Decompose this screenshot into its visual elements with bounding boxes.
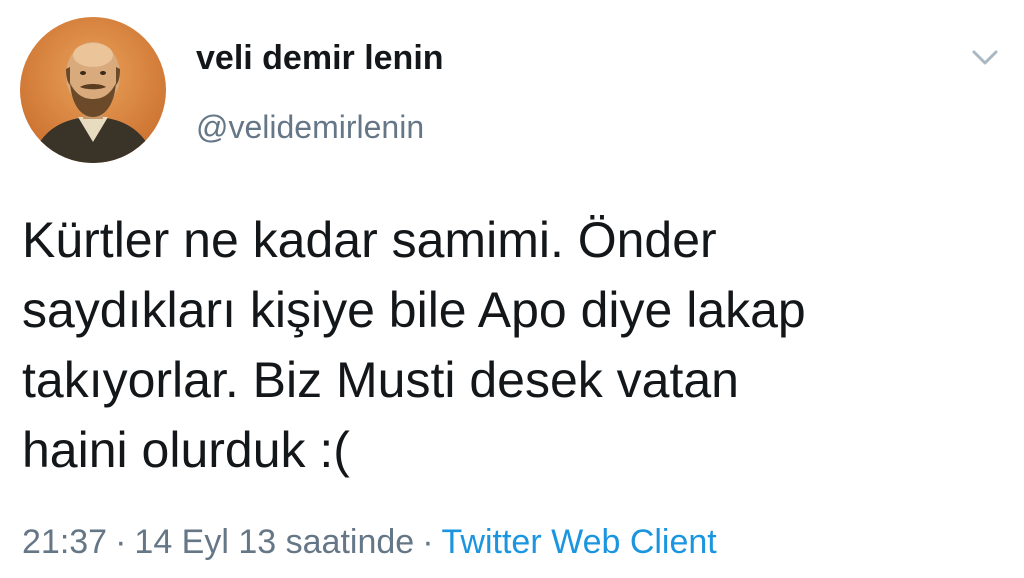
chevron-down-icon: [972, 50, 998, 65]
tweet-time[interactable]: 21:37: [22, 523, 107, 561]
tweet-text-line: Kürtler ne kadar samimi. Önder: [22, 212, 717, 268]
tweet-text-line: takıyorlar. Biz Musti desek vatan: [22, 352, 739, 408]
user-handle[interactable]: @velidemirlenin: [196, 108, 424, 146]
separator-dot: ·: [115, 523, 127, 561]
display-name[interactable]: veli demir lenin: [196, 38, 444, 78]
separator-dot: ·: [422, 523, 434, 561]
tweet-text: Kürtler ne kadar samimi. Önder saydıklar…: [22, 205, 982, 485]
avatar[interactable]: [20, 17, 166, 163]
portrait-avatar-icon: [20, 17, 166, 163]
tweet-date[interactable]: 14 Eyl 13 saatinde: [134, 523, 414, 561]
more-options-button[interactable]: [968, 44, 1002, 70]
tweet-text-line: saydıkları kişiye bile Apo diye lakap: [22, 282, 806, 338]
tweet-text-line: haini olurduk :(: [22, 422, 350, 478]
source-client-link[interactable]: Twitter Web Client: [442, 523, 717, 561]
tweet-metadata: 21:37 · 14 Eyl 13 saatinde · Twitter Web Cli…: [22, 520, 717, 564]
tweet-card: veli demir lenin @velidemirlenin Kürtler…: [0, 0, 1024, 578]
